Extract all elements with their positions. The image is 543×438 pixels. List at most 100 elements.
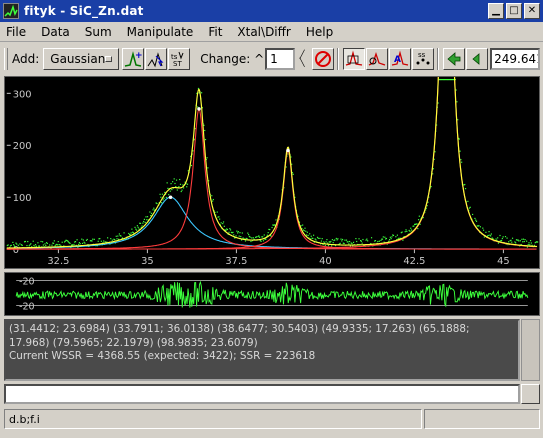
- menu-data[interactable]: Data: [41, 25, 70, 39]
- data-point: [416, 223, 418, 225]
- auto-peaks-button[interactable]: ts ST: [168, 48, 191, 70]
- data-point: [152, 209, 154, 211]
- data-point: [487, 234, 489, 237]
- data-point: [321, 238, 323, 240]
- change-input[interactable]: 1: [265, 48, 296, 70]
- data-point: [417, 219, 420, 221]
- menu-sum[interactable]: Sum: [85, 25, 112, 39]
- data-point: [146, 216, 149, 218]
- data-point: [24, 240, 26, 243]
- data-point: [56, 244, 59, 246]
- data-point: [255, 236, 258, 238]
- toolbar-grip[interactable]: [4, 48, 8, 70]
- data-point: [309, 233, 311, 235]
- stop-button[interactable]: [312, 48, 335, 70]
- data-point: [237, 231, 240, 233]
- command-history-button[interactable]: [521, 384, 540, 404]
- data-point: [479, 226, 482, 228]
- data-point: [30, 243, 32, 245]
- data-point: [482, 229, 485, 231]
- data-point: [211, 195, 213, 197]
- menu-file[interactable]: File: [6, 25, 26, 39]
- data-point: [51, 244, 53, 246]
- mode-zoom-button[interactable]: [343, 48, 366, 70]
- data-point: [511, 237, 514, 239]
- menu-xtal-diffr[interactable]: Xtal\Diffr: [237, 25, 290, 39]
- mode-peak-icon: A: [392, 50, 409, 66]
- mode-peak-button[interactable]: A: [389, 48, 412, 70]
- data-point: [57, 241, 59, 243]
- command-input[interactable]: [4, 384, 520, 404]
- minimize-button[interactable]: ▁: [488, 3, 504, 19]
- data-point: [335, 237, 337, 240]
- data-point: [362, 238, 364, 241]
- svg-text:A: A: [394, 55, 401, 65]
- data-point: [237, 232, 239, 234]
- close-button[interactable]: ✕: [524, 3, 540, 19]
- data-point: [163, 197, 165, 199]
- data-point: [355, 238, 357, 240]
- data-point: [312, 237, 314, 239]
- data-point: [26, 244, 28, 247]
- position-input[interactable]: 249.641: [490, 48, 541, 70]
- data-point: [79, 243, 81, 245]
- data-point: [19, 243, 21, 245]
- data-point: [472, 213, 474, 216]
- data-point: [42, 244, 44, 246]
- scroll-left-button[interactable]: [443, 48, 466, 70]
- data-point: [117, 235, 119, 237]
- mode-range-button[interactable]: [366, 48, 389, 70]
- scroll-left-small-button[interactable]: [466, 48, 489, 70]
- maximize-button[interactable]: □: [506, 3, 522, 19]
- data-point: [107, 237, 109, 239]
- data-point: [21, 244, 23, 246]
- data-point: [179, 178, 181, 181]
- data-point: [146, 219, 148, 221]
- data-point: [265, 238, 267, 240]
- change-spinner[interactable]: ╱ ╲: [295, 48, 309, 70]
- data-point: [529, 240, 532, 242]
- data-point: [69, 242, 71, 244]
- data-point: [27, 240, 29, 243]
- menu-help[interactable]: Help: [306, 25, 333, 39]
- auto-add-button[interactable]: [145, 48, 168, 70]
- data-point: [7, 244, 9, 246]
- x-tick-label: 42.5: [403, 256, 425, 267]
- data-point: [495, 238, 497, 240]
- mode-background-button[interactable]: ss: [412, 48, 435, 70]
- data-point: [378, 240, 380, 242]
- data-point: [251, 237, 253, 239]
- close-icon: ✕: [527, 5, 537, 16]
- data-point: [345, 239, 348, 241]
- data-point: [110, 238, 112, 240]
- menu-fit[interactable]: Fit: [208, 25, 222, 39]
- function-type-select[interactable]: Gaussian: [43, 48, 120, 70]
- menu-manipulate[interactable]: Manipulate: [127, 25, 194, 39]
- fityk-app-icon[interactable]: [3, 3, 19, 19]
- data-point: [103, 240, 105, 242]
- data-point: [132, 232, 135, 234]
- main-plot[interactable]: 32.5 35 37.5 40 42.5 45 0 100 200 300: [4, 76, 540, 269]
- add-peak-button[interactable]: +: [122, 48, 145, 70]
- x-tick-label: 37.5: [225, 256, 247, 267]
- data-point: [331, 245, 333, 247]
- data-point: [302, 224, 304, 226]
- data-point: [160, 196, 162, 198]
- data-point: [460, 159, 462, 161]
- data-point: [337, 238, 339, 240]
- data-point: [143, 220, 145, 223]
- data-point: [305, 230, 307, 232]
- data-point: [502, 236, 504, 238]
- data-point: [182, 187, 185, 189]
- data-point: [320, 240, 323, 242]
- data-point: [307, 234, 309, 237]
- y-tick-label: 0: [13, 245, 19, 256]
- residual-plot[interactable]: -20 -20: [4, 272, 540, 316]
- change-label: Change: ^: [200, 52, 265, 66]
- data-point: [162, 199, 164, 201]
- data-point: [197, 87, 200, 90]
- output-console[interactable]: (31.4412; 23.6984) (33.7911; 36.0138) (3…: [4, 319, 520, 381]
- output-scrollbar[interactable]: [521, 319, 540, 381]
- data-point: [336, 239, 338, 241]
- peak-curve: [6, 196, 537, 250]
